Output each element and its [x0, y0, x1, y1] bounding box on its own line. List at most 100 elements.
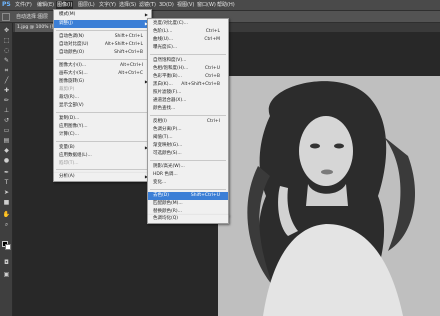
menu-item-label: 照片滤镜(F)...: [153, 90, 182, 95]
screen-mode-icon[interactable]: ▣: [2, 271, 11, 279]
zoom-icon[interactable]: ⌕: [2, 221, 11, 229]
adjust-item-gradient-map[interactable]: 渐变映射(G)...: [148, 142, 228, 150]
image-menu-item-crop[interactable]: 裁剪(P): [54, 86, 151, 94]
adjust-item-invert[interactable]: 反相(I) Ctrl+I: [148, 118, 228, 126]
menu-item-shortcut: Alt+Shift+Ctrl+B: [181, 82, 220, 87]
adjust-item-levels[interactable]: 色阶(L)... Ctrl+L: [148, 28, 228, 36]
quick-mask-icon[interactable]: ◘: [2, 259, 11, 267]
gradient-icon[interactable]: ▤: [2, 137, 11, 145]
menu-item-label: 可选颜色(S)...: [153, 151, 182, 156]
history-brush-icon[interactable]: ↺: [2, 117, 11, 125]
brush-icon[interactable]: ✏: [2, 97, 11, 105]
menu-file[interactable]: 文件(F): [14, 1, 33, 10]
image-menu-item-analysis[interactable]: 分析(A) ▶: [54, 173, 151, 181]
adjust-item-exposure[interactable]: 曝光度(E)...: [148, 44, 228, 52]
hand-icon[interactable]: ✋: [2, 211, 11, 219]
menu-item-label: 复制(D)...: [59, 116, 80, 121]
adjust-item-posterize[interactable]: 色调分离(P)...: [148, 126, 228, 134]
image-menu-item-mode[interactable]: 模式(M) ▶: [54, 11, 151, 19]
move-tool-icon[interactable]: [2, 13, 10, 21]
adjust-item-hdr-toning[interactable]: HDR 色调...: [148, 171, 228, 179]
image-menu-item-apply-image[interactable]: 应用图像(Y)...: [54, 123, 151, 131]
adjust-item-vibrance[interactable]: 自然饱和度(V)...: [148, 57, 228, 65]
eraser-icon[interactable]: ▭: [2, 127, 11, 135]
image-menu-item-auto-color[interactable]: 自动颜色(O) Shift+Ctrl+B: [54, 49, 151, 57]
menu-item-label: 应用图像(Y)...: [59, 124, 88, 129]
menu-item-label: 曲线(U)...: [153, 37, 174, 42]
blur-icon[interactable]: ◆: [2, 147, 11, 155]
marquee-icon[interactable]: ⬚: [2, 37, 11, 45]
menu-separator: [150, 160, 226, 161]
menu-item-label: 色彩平衡(B)...: [153, 74, 182, 79]
adjust-item-brightness-contrast[interactable]: 亮度/对比度(C)...: [148, 20, 228, 28]
image-menu-item-auto-tone[interactable]: 自动色调(N) Shift+Ctrl+L: [54, 33, 151, 41]
adjust-item-selective-color[interactable]: 可选颜色(S)...: [148, 150, 228, 158]
adjust-item-black-white[interactable]: 黑白(K)... Alt+Shift+Ctrl+B: [148, 81, 228, 89]
auto-select-target[interactable]: 图层: [38, 13, 48, 21]
adjust-item-match-color[interactable]: 匹配颜色(M)...: [148, 200, 228, 208]
move-icon[interactable]: ✥: [2, 27, 11, 35]
adjust-item-channel-mixer[interactable]: 通道混合器(X)...: [148, 97, 228, 105]
eyedropper-icon[interactable]: ╱: [2, 77, 11, 85]
image-menu-item-canvas-size[interactable]: 画布大小(S)... Alt+Ctrl+C: [54, 70, 151, 78]
crop-icon[interactable]: ⌗: [2, 67, 11, 75]
adjust-item-curves[interactable]: 曲线(U)... Ctrl+M: [148, 36, 228, 44]
menu-item-label: 匹配颜色(M)...: [153, 201, 183, 206]
document-tab[interactable]: 1.jpg @ 100% (图层 0, RGB/8): [15, 23, 57, 32]
menu-item-label: 阴影/高光(W)...: [153, 164, 185, 169]
quick-select-icon[interactable]: ✎: [2, 57, 11, 65]
healing-brush-icon[interactable]: ✚: [2, 87, 11, 95]
menu-item-shortcut: Alt+Ctrl+I: [120, 63, 143, 68]
menu-item-shortcut: Alt+Ctrl+C: [118, 71, 143, 76]
menu-help[interactable]: 帮助(H): [216, 1, 236, 10]
image-menu-item-trap[interactable]: 陷印(T)...: [54, 160, 151, 168]
adjust-item-equalize[interactable]: 色调均化(Q): [148, 215, 228, 223]
adjust-item-color-balance[interactable]: 色彩平衡(B)... Ctrl+B: [148, 73, 228, 81]
menu-separator: [150, 115, 226, 116]
menu-item-label: 陷印(T)...: [59, 161, 79, 166]
image-menu-item-adjustments[interactable]: 调整(J) ▶: [54, 20, 151, 28]
adjust-item-color-lookup[interactable]: 颜色查找...: [148, 105, 228, 113]
menu-item-label: 自动颜色(O): [59, 50, 85, 55]
image-menu-item-duplicate[interactable]: 复制(D)...: [54, 115, 151, 123]
image-menu: 模式(M) ▶ 调整(J) ▶ 自动色调(N) Shift+Ctrl+L 自动对…: [53, 9, 152, 174]
adjust-item-hue-saturation[interactable]: 色相/饱和度(H)... Ctrl+U: [148, 65, 228, 73]
adjust-item-variations[interactable]: 变化...: [148, 179, 228, 187]
adjust-item-photo-filter[interactable]: 照片滤镜(F)...: [148, 89, 228, 97]
menu-item-label: 画布大小(S)...: [59, 71, 88, 76]
menu-window[interactable]: 窗口(W): [196, 1, 217, 10]
adjust-item-shadows-highlights[interactable]: 阴影/高光(W)...: [148, 163, 228, 171]
menu-3d[interactable]: 3D(D): [158, 1, 175, 10]
ps-logo: PS: [2, 1, 11, 8]
image-menu-item-calculations[interactable]: 计算(C)...: [54, 131, 151, 139]
dodge-icon[interactable]: ●: [2, 157, 11, 165]
image-menu-item-image-rotation[interactable]: 图像旋转(G) ▶: [54, 78, 151, 86]
pen-icon[interactable]: ✒: [2, 169, 11, 177]
type-icon[interactable]: T: [2, 179, 11, 187]
adjustments-submenu-tail: 色调均化(Q): [147, 215, 229, 224]
shape-icon[interactable]: ■: [2, 199, 11, 207]
background-color-swatch[interactable]: [5, 244, 11, 250]
menu-item-label: 曝光度(E)...: [153, 45, 178, 50]
menu-view[interactable]: 视图(V): [176, 1, 195, 10]
image-menu-item-trim[interactable]: 裁切(R)...: [54, 94, 151, 102]
document-image[interactable]: [218, 76, 440, 316]
adjust-item-desaturate[interactable]: 去色(D) Shift+Ctrl+U: [148, 192, 228, 200]
menu-item-label: 色阶(L)...: [153, 29, 173, 34]
image-menu-item-auto-contrast[interactable]: 自动对比度(U) Alt+Shift+Ctrl+L: [54, 41, 151, 49]
image-menu-item-apply-data-set[interactable]: 应用数据组(L)...: [54, 152, 151, 160]
adjust-item-threshold[interactable]: 阈值(T)...: [148, 134, 228, 142]
lasso-icon[interactable]: ◌: [2, 47, 11, 55]
menu-item-label: 颜色查找...: [153, 106, 176, 111]
image-menu-item-reveal-all[interactable]: 显示全部(V): [54, 102, 151, 110]
path-select-icon[interactable]: ➤: [2, 189, 11, 197]
image-menu-item-image-size[interactable]: 图像大小(I)... Alt+Ctrl+I: [54, 62, 151, 70]
menu-item-label: 模式(M): [59, 12, 76, 17]
portrait-photo: [218, 76, 440, 316]
menu-separator: [56, 141, 149, 142]
image-menu-item-variables[interactable]: 变量(B) ▶: [54, 144, 151, 152]
clone-stamp-icon[interactable]: ⊥: [2, 107, 11, 115]
menu-item-label: 显示全部(V): [59, 103, 84, 108]
menu-item-label: 自动色调(N): [59, 34, 84, 39]
menu-item-shortcut: Ctrl+L: [205, 29, 220, 34]
